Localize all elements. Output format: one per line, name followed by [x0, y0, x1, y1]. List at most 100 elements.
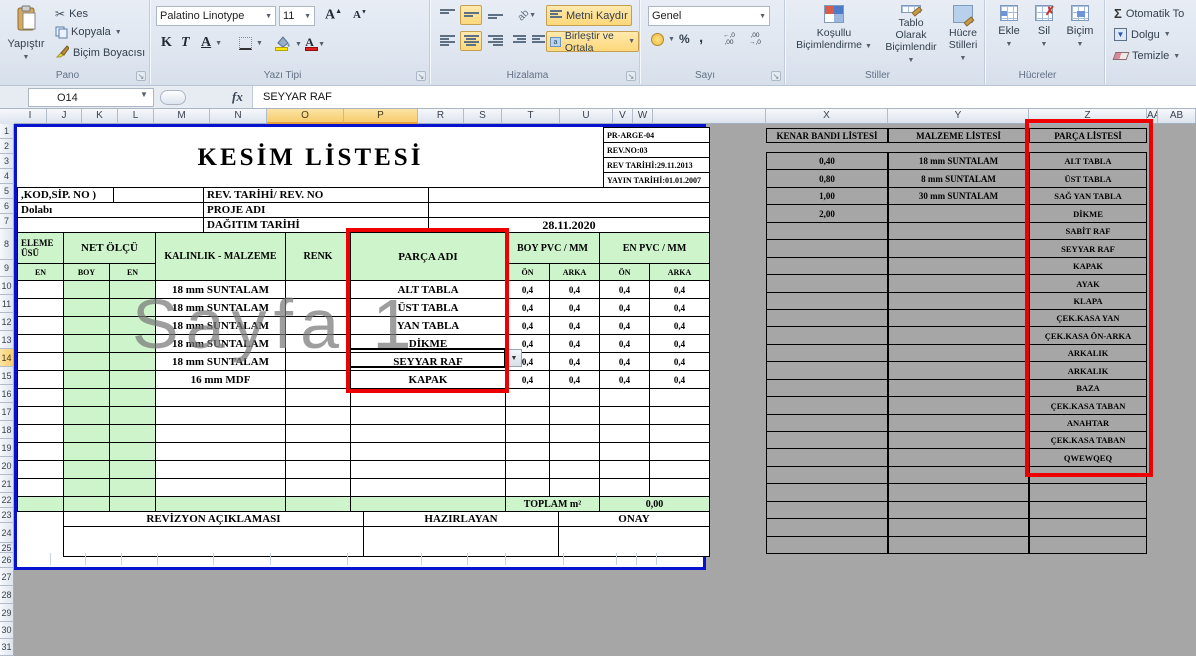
cell-empty[interactable]: [649, 424, 710, 443]
cell-material[interactable]: 16 mm MDF: [155, 370, 286, 389]
list-item-malzeme[interactable]: [888, 309, 1029, 327]
list-item-kenar[interactable]: [766, 448, 888, 467]
column-header-U[interactable]: U: [560, 109, 613, 124]
cell-part-name[interactable]: YAN TABLA: [350, 316, 506, 335]
row-header-26[interactable]: 26: [0, 553, 14, 568]
column-header-L[interactable]: L: [118, 109, 154, 124]
empty-cell[interactable]: [428, 187, 710, 203]
row-header-25[interactable]: 25: [0, 543, 14, 553]
column-header-Y[interactable]: Y: [888, 109, 1029, 124]
toplam-row-cell[interactable]: [63, 496, 110, 512]
list-item-kenar[interactable]: [766, 292, 888, 310]
cell-empty[interactable]: [350, 442, 506, 461]
list-item-parca[interactable]: ARKALIK: [1029, 344, 1147, 362]
cell-empty[interactable]: [17, 388, 64, 407]
cell-empty[interactable]: [63, 334, 110, 353]
cell-empty[interactable]: [505, 424, 550, 443]
row-header-6[interactable]: 6: [0, 199, 14, 214]
cell-part-name[interactable]: KAPAK: [350, 370, 506, 389]
cell-empty[interactable]: [350, 406, 506, 425]
row-header-11[interactable]: 11: [0, 295, 14, 313]
cell-empty[interactable]: [109, 370, 156, 389]
cell-empty[interactable]: [63, 370, 110, 389]
list-item-malzeme[interactable]: [888, 257, 1029, 275]
cell-empty[interactable]: [155, 388, 286, 407]
cell-empty[interactable]: [505, 388, 550, 407]
header-kalinlik-malzeme[interactable]: KALINLIK - MALZEME: [155, 232, 286, 281]
dagitim-tarihi-label-cell[interactable]: DAĞITIM TARİHİ: [203, 217, 429, 233]
proje-adi-cell[interactable]: PROJE ADI: [203, 202, 429, 218]
cell-empty[interactable]: [109, 298, 156, 317]
row-header-8[interactable]: 8: [0, 229, 14, 260]
cell-empty[interactable]: [350, 460, 506, 479]
font-color-button[interactable]: A ▼: [302, 33, 328, 55]
header-eleme-usu[interactable]: ELEME ÜSÜ: [17, 232, 64, 264]
accounting-format-button[interactable]: ▼: [648, 32, 678, 47]
align-top-button[interactable]: [436, 5, 458, 25]
cell-empty[interactable]: [17, 460, 64, 479]
conditional-formatting-button[interactable]: Koşullu Biçimlendirme ▼: [793, 4, 875, 68]
italic-button[interactable]: T: [178, 34, 196, 52]
orientation-button[interactable]: ab ▼: [514, 5, 540, 25]
toplam-row-cell[interactable]: [155, 496, 286, 512]
list-item-kenar[interactable]: 1,00: [766, 187, 888, 205]
underline-button[interactable]: A ▼: [198, 34, 225, 52]
list-item-parca[interactable]: ARKALIK: [1029, 361, 1147, 380]
list-item-malzeme[interactable]: [888, 326, 1029, 345]
cell-empty[interactable]: [285, 370, 351, 389]
cell-empty[interactable]: [17, 298, 64, 317]
cell-empty[interactable]: [649, 478, 710, 497]
row-header-27[interactable]: 27: [0, 568, 14, 586]
list-item-kenar[interactable]: [766, 344, 888, 362]
cell-material[interactable]: 18 mm SUNTALAM: [155, 298, 286, 317]
list-item-parca[interactable]: [1029, 536, 1147, 554]
cell-empty[interactable]: [155, 406, 286, 425]
toplam-row-cell[interactable]: [350, 496, 506, 512]
header-net-olcu[interactable]: NET ÖLÇÜ: [63, 232, 156, 264]
cell-empty[interactable]: [109, 442, 156, 461]
dolabi-cell[interactable]: Dolabı: [17, 202, 204, 218]
cell-empty[interactable]: [285, 406, 351, 425]
autosum-button[interactable]: Σ Otomatik To: [1111, 5, 1187, 22]
cell-empty[interactable]: [63, 298, 110, 317]
list-item-kenar[interactable]: [766, 466, 888, 484]
sheet-title[interactable]: KESİM LİSTESİ: [17, 127, 604, 188]
cell-empty[interactable]: [549, 424, 600, 443]
rev-tarihi-label-cell[interactable]: REV. TARİHİ/ REV. NO: [203, 187, 429, 203]
cell-pvc-value[interactable]: 0,4: [549, 352, 600, 371]
percent-button[interactable]: %: [676, 31, 693, 47]
column-header-AA[interactable]: AA: [1147, 109, 1158, 124]
cell-empty[interactable]: [155, 478, 286, 497]
align-center-button[interactable]: [460, 31, 482, 51]
align-right-button[interactable]: [484, 31, 506, 51]
cell-empty[interactable]: [17, 334, 64, 353]
cell-empty[interactable]: [599, 478, 650, 497]
row-header-15[interactable]: 15: [0, 367, 14, 385]
row-header-18[interactable]: 18: [0, 421, 14, 439]
list-item-parca[interactable]: KLAPA: [1029, 292, 1147, 310]
row-header-12[interactable]: 12: [0, 313, 14, 331]
list-item-kenar[interactable]: [766, 431, 888, 449]
dagitim-tarihi-value-cell[interactable]: 28.11.2020: [428, 217, 710, 233]
list-item-parca[interactable]: BAZA: [1029, 379, 1147, 397]
row-header-23[interactable]: 23: [0, 508, 14, 523]
subheader-en2[interactable]: EN: [109, 263, 156, 281]
list-item-kenar[interactable]: [766, 309, 888, 327]
list-item-parca[interactable]: SABİT RAF: [1029, 222, 1147, 240]
column-header-S[interactable]: S: [464, 109, 502, 124]
cell-pvc-value[interactable]: 0,4: [599, 280, 650, 299]
list-item-malzeme[interactable]: [888, 414, 1029, 432]
cell-empty[interactable]: [63, 316, 110, 335]
row-header-5[interactable]: 5: [0, 184, 14, 199]
empty-cell[interactable]: [113, 187, 204, 203]
cell-empty[interactable]: [155, 442, 286, 461]
list-item-kenar[interactable]: [766, 326, 888, 345]
row-header-2[interactable]: 2: [0, 139, 14, 154]
formula-bar-button[interactable]: [160, 90, 186, 105]
list-item-parca[interactable]: ÇEK.KASA ÖN-ARKA: [1029, 326, 1147, 345]
header-en-pvc[interactable]: EN PVC / MM: [599, 232, 710, 264]
row-header-9[interactable]: 9: [0, 260, 14, 277]
list-item-malzeme[interactable]: [888, 431, 1029, 449]
hazirlayan-empty-box[interactable]: [363, 526, 559, 557]
list-item-malzeme[interactable]: [888, 361, 1029, 380]
